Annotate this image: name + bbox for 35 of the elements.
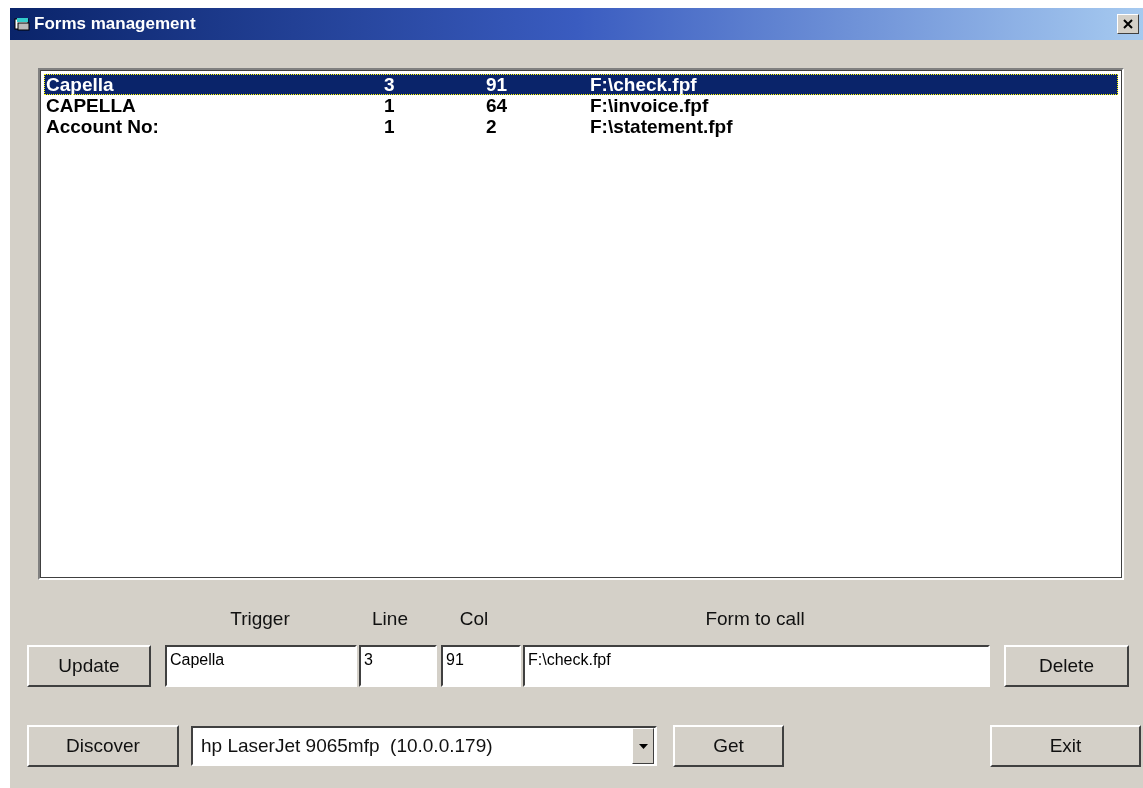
trigger-field[interactable]: Capella — [165, 645, 357, 687]
form-field[interactable]: F:\check.fpf — [523, 645, 990, 687]
close-icon — [1123, 19, 1133, 29]
forms-list[interactable]: Capella 3 91 F:\check.fpf CAPELLA 1 64 F:\invoice.fpf Account No: 1 2 F:\statement.fpf — [38, 68, 1124, 580]
list-row[interactable]: Account No: 1 2 F:\statement.fpf — [44, 116, 1118, 137]
col-text: 64 — [486, 94, 509, 117]
printer-dropdown[interactable]: hp LaserJet 9065mfp (10.0.0.179) — [191, 726, 657, 766]
form-path-text: F:\check.fpf — [590, 73, 697, 96]
window-icon — [14, 17, 30, 31]
line-text: 1 — [384, 94, 396, 117]
trigger-label: Trigger — [230, 608, 290, 630]
trigger-text: Capella — [45, 73, 115, 96]
line-field[interactable]: 3 — [359, 645, 437, 687]
list-row[interactable]: Capella 3 91 F:\check.fpf — [44, 74, 1118, 95]
trigger-text: CAPELLA — [45, 94, 137, 117]
line-label: Line — [372, 608, 408, 630]
col-label: Col — [459, 608, 489, 630]
form-label: Form to call — [705, 608, 805, 630]
line-text: 3 — [384, 73, 396, 96]
form-path-text: F:\statement.fpf — [590, 115, 733, 138]
window-title: Forms management — [34, 14, 197, 34]
list-row[interactable]: CAPELLA 1 64 F:\invoice.fpf — [44, 95, 1118, 116]
line-text: 1 — [384, 115, 396, 138]
get-button[interactable]: Get — [673, 725, 784, 767]
close-button[interactable] — [1117, 14, 1139, 34]
form-path-text: F:\invoice.fpf — [590, 94, 709, 117]
exit-button[interactable]: Exit — [990, 725, 1141, 767]
caret-icon — [638, 743, 648, 749]
col-text: 91 — [486, 73, 509, 96]
col-field[interactable]: 91 — [441, 645, 521, 687]
update-button[interactable]: Update — [27, 645, 151, 687]
delete-button[interactable]: Delete — [1004, 645, 1129, 687]
trigger-text: Account No: — [45, 115, 160, 138]
discover-button[interactable]: Discover — [27, 725, 179, 767]
col-text: 2 — [486, 115, 498, 138]
